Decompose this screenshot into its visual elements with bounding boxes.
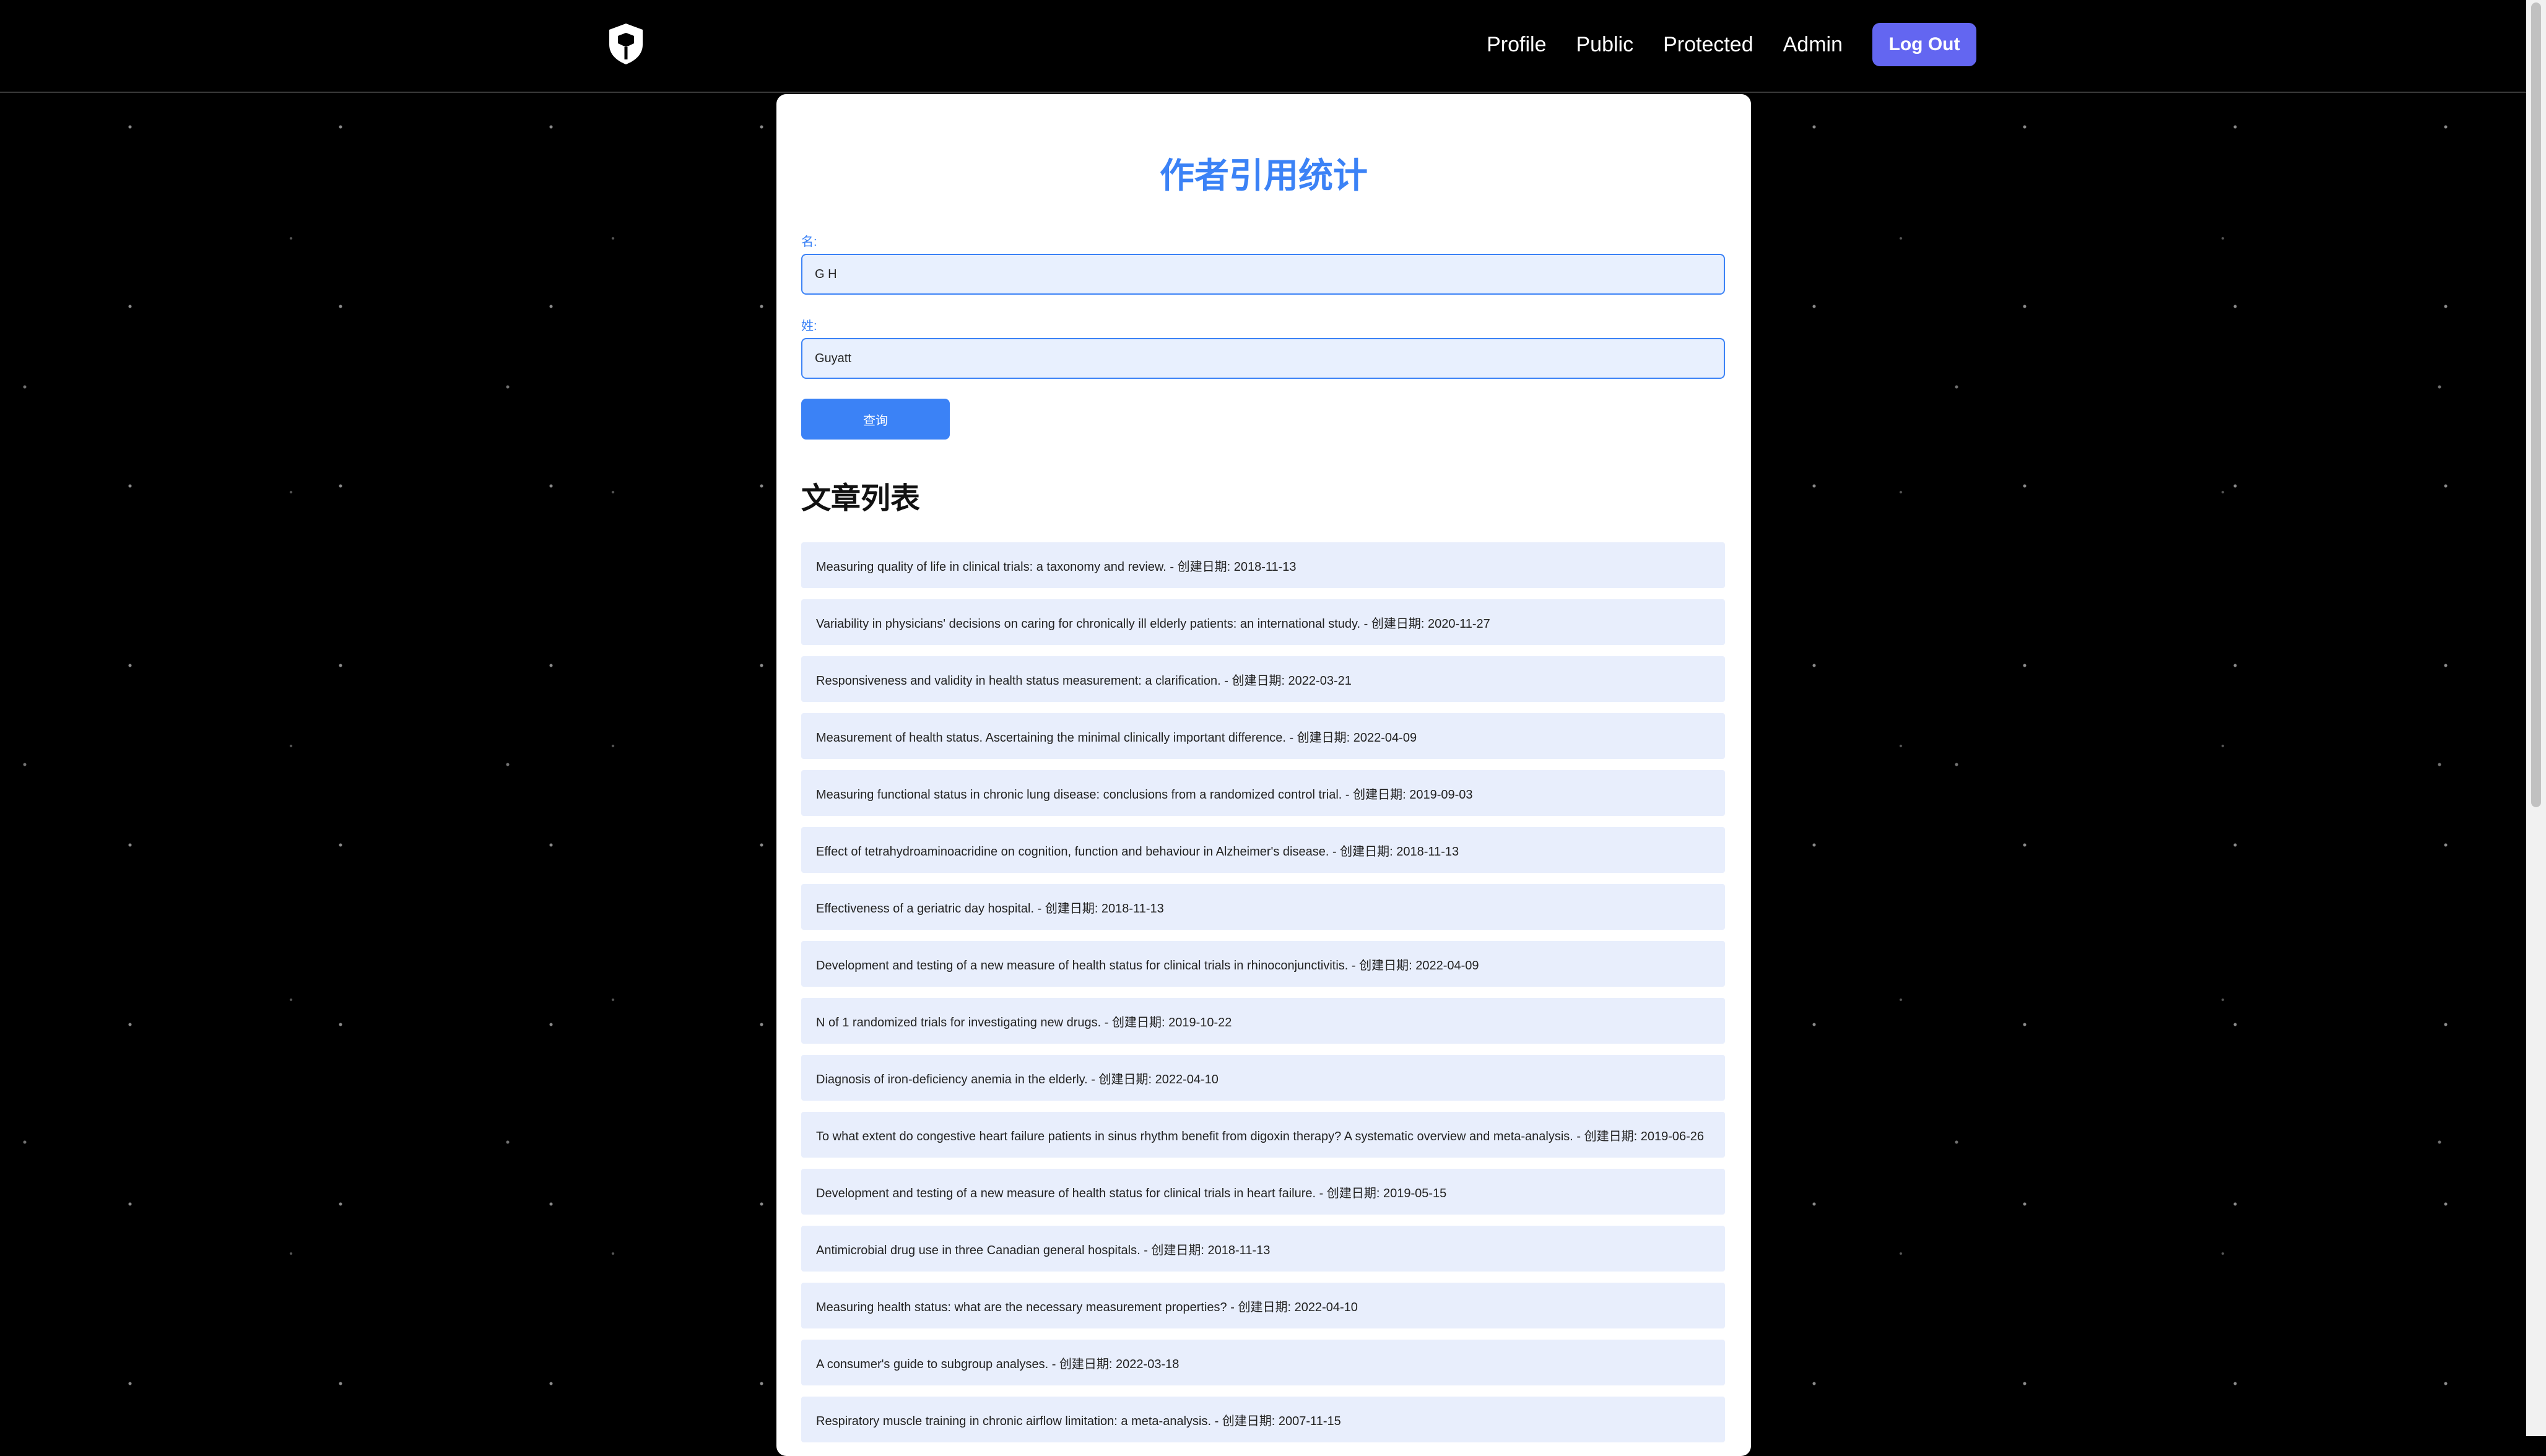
logout-button[interactable]: Log Out — [1872, 23, 1976, 66]
article-item: Development and testing of a new measure… — [801, 941, 1725, 987]
article-item: Variability in physicians' decisions on … — [801, 599, 1725, 645]
article-item: Development and testing of a new measure… — [801, 1169, 1725, 1215]
nav-link-admin[interactable]: Admin — [1783, 33, 1843, 57]
scrollbar-thumb[interactable] — [2531, 2, 2541, 807]
article-item: Respiratory muscle training in chronic a… — [801, 1397, 1725, 1442]
citation-card: 作者引用统计 名: 姓: 查询 文章列表 Measuring quality o… — [776, 94, 1751, 1456]
article-item: Measuring quality of life in clinical tr… — [801, 542, 1725, 588]
nav-links: Profile Public Protected Admin Log Out — [1487, 22, 1976, 67]
page-title: 作者引用统计 — [1160, 156, 1368, 195]
article-item: Antimicrobial drug use in three Canadian… — [801, 1226, 1725, 1272]
article-list-heading: 文章列表 — [801, 482, 921, 515]
nav-link-public[interactable]: Public — [1576, 33, 1633, 57]
nav-link-protected[interactable]: Protected — [1663, 33, 1753, 57]
nav-link-profile[interactable]: Profile — [1487, 33, 1546, 57]
top-navbar: Profile Public Protected Admin Log Out — [0, 0, 2526, 93]
article-item: N of 1 randomized trials for investigati… — [801, 998, 1725, 1044]
article-item: A consumer's guide to subgroup analyses.… — [801, 1340, 1725, 1385]
article-item: Responsiveness and validity in health st… — [801, 656, 1725, 702]
query-button[interactable]: 查询 — [801, 399, 950, 440]
article-item: To what extent do congestive heart failu… — [801, 1112, 1725, 1158]
article-list: Measuring quality of life in clinical tr… — [801, 542, 1725, 1454]
article-item: Diagnosis of iron-deficiency anemia in t… — [801, 1055, 1725, 1101]
first-name-input[interactable] — [801, 254, 1725, 295]
last-name-label: 姓: — [801, 319, 817, 333]
page-scrollbar[interactable] — [2526, 0, 2546, 1436]
last-name-input[interactable] — [801, 338, 1725, 379]
shield-icon[interactable] — [607, 22, 645, 66]
article-item: Measurement of health status. Ascertaini… — [801, 713, 1725, 759]
article-item: Effectiveness of a geriatric day hospita… — [801, 884, 1725, 930]
article-item: Measuring functional status in chronic l… — [801, 770, 1725, 816]
article-item: Measuring health status: what are the ne… — [801, 1283, 1725, 1328]
first-name-label: 名: — [801, 235, 817, 249]
article-item: Effect of tetrahydroaminoacridine on cog… — [801, 827, 1725, 873]
